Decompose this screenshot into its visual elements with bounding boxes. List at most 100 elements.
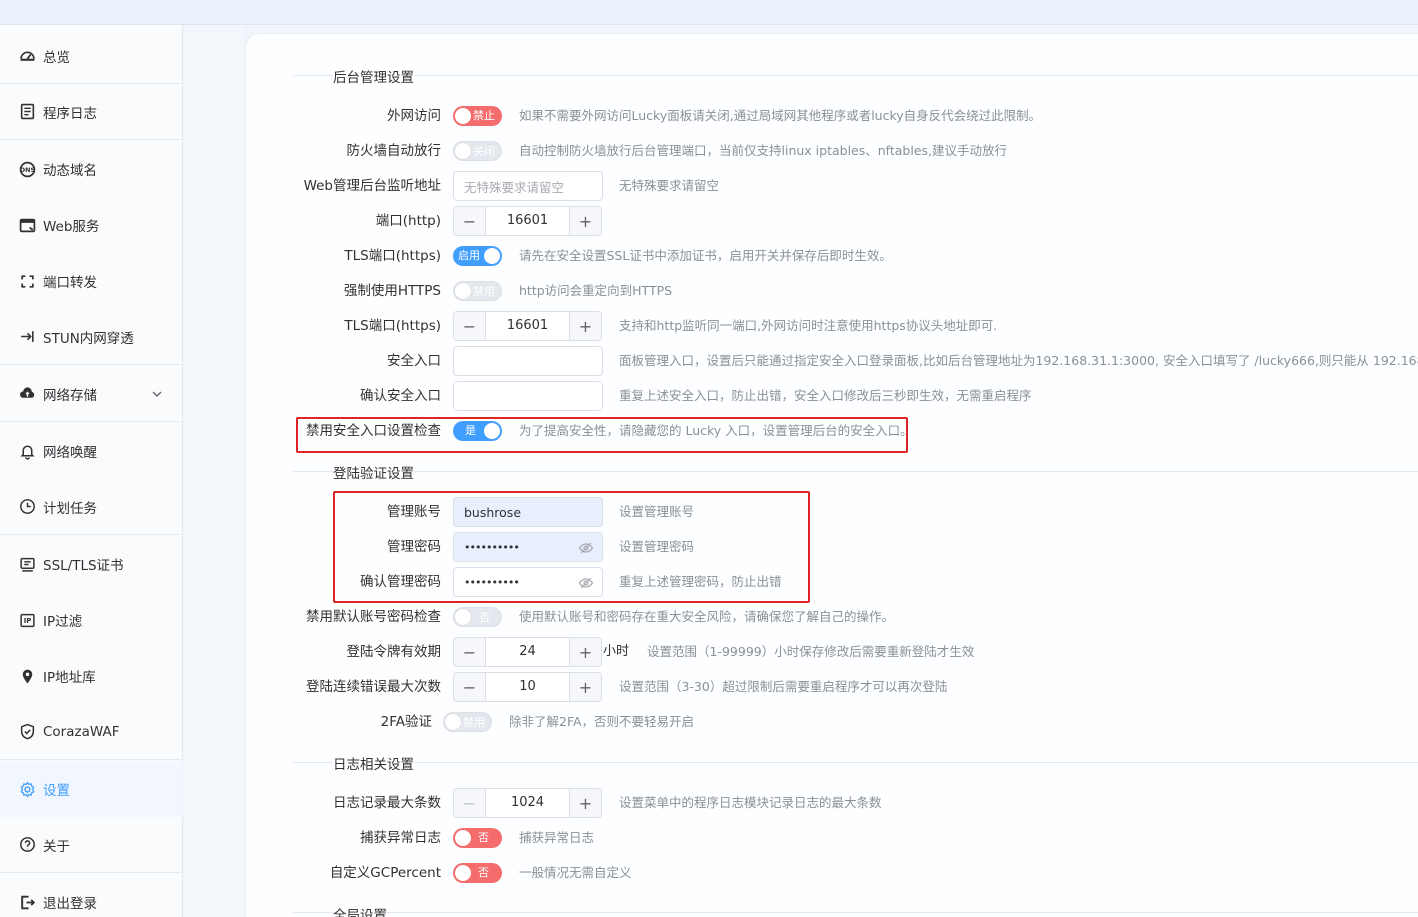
max-errors-stepper[interactable]: − 10 + [453, 672, 602, 702]
highlight-box-entry-check [296, 417, 908, 453]
switch-text: 关闭 [473, 145, 495, 158]
confirm-entry-input[interactable] [453, 381, 603, 411]
row-default-check: 禁用默认账号密码检查 否 使用默认账号和密码存在重大安全风险，请确保您了解自己的… [293, 602, 1418, 632]
section-title-login: 登陆验证设置 [333, 462, 414, 482]
increment-button[interactable]: + [569, 312, 601, 340]
sidebar-item-label: IP地址库 [43, 670, 96, 686]
sidebar-item-label: 关于 [43, 838, 70, 855]
capture-exc-switch[interactable]: 否 [453, 828, 502, 848]
increment-button[interactable]: + [569, 789, 601, 817]
dns-icon: DNS [18, 160, 36, 178]
sidebar-item-stun[interactable]: STUN内网穿透 [0, 309, 183, 365]
field-desc: 使用默认账号和密码存在重大安全风险，请确保您了解自己的操作。 [519, 609, 895, 624]
about-icon [18, 836, 36, 854]
sidebar-item-wol[interactable]: 网络唤醒 [0, 423, 183, 479]
field-label: TLS端口(https) [344, 248, 441, 264]
sidebar-item-ssl[interactable]: SSL/TLS证书 [0, 536, 183, 592]
stepper-value[interactable]: 24 [486, 638, 569, 666]
sidebar-item-web[interactable]: Web服务 [0, 197, 183, 253]
field-label: 外网访问 [387, 108, 441, 124]
switch-text: 否 [478, 831, 489, 844]
stepper-value[interactable]: 1024 [486, 789, 569, 817]
sidebar-item-label: 设置 [43, 783, 70, 799]
log-max-stepper[interactable]: − 1024 + [453, 788, 602, 818]
field-desc: 如果不需要外网访问Lucky面板请关闭,通过局域网其他程序或者lucky自身反代… [519, 108, 1042, 123]
switch-text: 启用 [458, 249, 480, 262]
tls-switch[interactable]: 启用 [453, 246, 502, 266]
default-check-switch[interactable]: 否 [453, 607, 502, 627]
sidebar-item-storage[interactable]: 网络存储 [0, 366, 183, 422]
stepper-value[interactable]: 10 [486, 673, 569, 701]
external-access-switch[interactable]: 禁止 [453, 106, 502, 126]
sidebar-item-ip-filter[interactable]: IP IP过滤 [0, 592, 183, 648]
field-desc: 设置范围（3-30）超过限制后需要重启程序才可以再次登陆 [619, 679, 948, 694]
chevron-down-icon [151, 388, 163, 400]
sidebar-item-settings[interactable]: 设置 [0, 761, 183, 817]
field-label: 禁用默认账号密码检查 [306, 609, 441, 625]
tls-port-stepper[interactable]: − 16601 + [453, 311, 602, 341]
row-capture-exc: 捕获异常日志 否 捕获异常日志 [293, 823, 1418, 853]
field-label: 日志记录最大条数 [333, 795, 441, 811]
switch-knob [455, 108, 471, 124]
section-divider [293, 912, 1418, 913]
sidebar-item-waf[interactable]: CorazaWAF [0, 704, 183, 760]
field-label: 端口(http) [375, 213, 441, 229]
stepper-value[interactable]: 16601 [486, 312, 569, 340]
field-label: 捕获异常日志 [360, 830, 441, 846]
stepper-value[interactable]: 16601 [486, 207, 569, 235]
sidebar-item-label: STUN内网穿透 [43, 330, 134, 347]
sidebar-item-port-forward[interactable]: 端口转发 [0, 253, 183, 309]
field-desc: 无特殊要求请留空 [619, 178, 720, 193]
listen-addr-input[interactable]: 无特殊要求请留空 [453, 171, 603, 201]
svg-text:DNS: DNS [19, 166, 35, 174]
sidebar: 总览 程序日志 DNS 动态域名 Web服务 端口转发 STUN内网穿透 网络存… [0, 25, 183, 917]
http-port-stepper[interactable]: − 16601 + [453, 206, 602, 236]
switch-knob [455, 283, 471, 299]
unit-label: 小时 [603, 644, 630, 659]
field-label: 2FA验证 [380, 714, 432, 730]
logout-icon [18, 893, 36, 911]
increment-button[interactable]: + [569, 638, 601, 666]
field-label: 自定义GCPercent [329, 865, 441, 881]
sidebar-item-label: 总览 [43, 49, 70, 66]
web-icon [18, 216, 36, 234]
sidebar-item-about[interactable]: 关于 [0, 817, 183, 873]
sidebar-item-ddns[interactable]: DNS 动态域名 [0, 141, 183, 197]
row-tls-switch: TLS端口(https) 启用 请先在安全设置SSL证书中添加证书，启用开关并保… [293, 241, 1418, 271]
sidebar-item-overview[interactable]: 总览 [0, 28, 183, 84]
sidebar-item-label: Web服务 [43, 219, 100, 235]
gear-icon [18, 780, 36, 798]
decrement-button[interactable]: − [454, 207, 486, 235]
switch-text: 禁用 [463, 716, 485, 729]
increment-button[interactable]: + [569, 207, 601, 235]
field-desc: 面板管理入口，设置后只能通过指定安全入口登录面板,比如后台管理地址为192.16… [619, 353, 1418, 368]
row-log-max: 日志记录最大条数 − 1024 + 设置菜单中的程序日志模块记录日志的最大条数 [293, 788, 1418, 818]
increment-button[interactable]: + [569, 673, 601, 701]
sidebar-item-label: 端口转发 [43, 275, 97, 291]
sidebar-item-ip-db[interactable]: IP地址库 [0, 648, 183, 704]
sidebar-item-logs[interactable]: 程序日志 [0, 84, 183, 140]
decrement-button[interactable]: − [454, 638, 486, 666]
token-valid-stepper[interactable]: − 24 + [453, 637, 602, 667]
field-label: 防火墙自动放行 [346, 143, 442, 159]
safe-entry-input[interactable] [453, 346, 603, 376]
firewall-switch[interactable]: 关闭 [453, 141, 502, 161]
sidebar-item-label: 网络唤醒 [43, 445, 97, 461]
field-desc: 重复上述安全入口，防止出错，安全入口修改后三秒即生效，无需重启程序 [619, 388, 1032, 403]
force-https-switch[interactable]: 禁用 [453, 281, 502, 301]
sidebar-item-logout[interactable]: 退出登录 [0, 874, 183, 917]
decrement-button[interactable]: − [454, 789, 486, 817]
decrement-button[interactable]: − [454, 312, 486, 340]
sidebar-item-schedule[interactable]: 计划任务 [0, 479, 183, 535]
gc-percent-switch[interactable]: 否 [453, 863, 502, 883]
decrement-button[interactable]: − [454, 673, 486, 701]
row-max-errors: 登陆连续错误最大次数 − 10 + 设置范围（3-30）超过限制后需要重启程序才… [293, 672, 1418, 702]
section-title-global: 全局设置 [333, 904, 387, 917]
sidebar-item-label: 退出登录 [43, 896, 97, 912]
field-label: 确认安全入口 [360, 388, 441, 404]
section-title-log: 日志相关设置 [333, 753, 414, 773]
row-2fa: 2FA验证 禁用 除非了解2FA，否则不要轻易开启 [293, 707, 1418, 737]
field-desc: 除非了解2FA，否则不要轻易开启 [509, 714, 695, 729]
switch-knob [455, 830, 471, 846]
twofa-switch[interactable]: 禁用 [443, 712, 492, 732]
